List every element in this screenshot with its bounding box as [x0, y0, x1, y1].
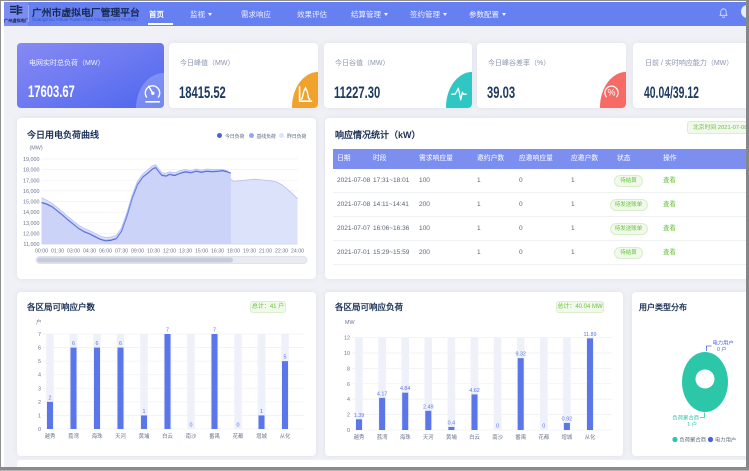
svg-text:4: 4 — [347, 397, 350, 403]
svg-text:18,000: 18,000 — [23, 168, 40, 174]
svg-text:从化: 从化 — [585, 433, 596, 441]
svg-text:2: 2 — [38, 400, 41, 406]
svg-text:7: 7 — [38, 332, 41, 338]
svg-text:11,000: 11,000 — [23, 242, 39, 248]
svg-text:1: 1 — [143, 409, 146, 415]
svg-text:3: 3 — [38, 386, 41, 392]
svg-text:4.17: 4.17 — [377, 391, 388, 397]
svg-text:15,000: 15,000 — [23, 200, 40, 206]
svg-text:南沙: 南沙 — [186, 432, 197, 440]
svg-text:电力用户: 电力用户 — [713, 339, 734, 347]
svg-text:19:30: 19:30 — [243, 249, 256, 255]
svg-text:9.32: 9.32 — [515, 352, 526, 358]
svg-text:番禺: 番禺 — [515, 434, 526, 441]
svg-text:海珠: 海珠 — [400, 433, 411, 441]
svg-text:7: 7 — [166, 328, 169, 334]
svg-text:06:00: 06:00 — [99, 249, 112, 255]
svg-text:0.92: 0.92 — [562, 416, 573, 422]
svg-text:07:30: 07:30 — [115, 249, 128, 255]
svg-text:电力用户: 电力用户 — [715, 436, 736, 444]
svg-text:0: 0 — [38, 427, 41, 433]
svg-text:15:00: 15:00 — [195, 249, 208, 255]
svg-text:16:30: 16:30 — [211, 249, 224, 255]
svg-text:(MW): (MW) — [30, 146, 43, 152]
svg-text:番禺: 番禺 — [209, 433, 220, 440]
svg-text:2.49: 2.49 — [423, 404, 434, 410]
svg-text:18:00: 18:00 — [227, 249, 240, 255]
svg-text:4.84: 4.84 — [400, 386, 411, 392]
svg-text:4.62: 4.62 — [469, 388, 480, 394]
svg-text:白云: 白云 — [162, 432, 173, 440]
svg-text:21:00: 21:00 — [259, 249, 272, 255]
svg-text:黄埔: 黄埔 — [139, 432, 150, 440]
svg-text:0: 0 — [237, 423, 240, 429]
svg-text:6: 6 — [119, 341, 122, 347]
svg-text:0: 0 — [496, 424, 499, 430]
svg-text:5: 5 — [38, 359, 41, 365]
svg-text:1: 1 — [38, 413, 41, 419]
svg-text:1: 1 — [260, 409, 263, 415]
svg-text:2: 2 — [347, 413, 350, 419]
svg-text:13,000: 13,000 — [23, 221, 40, 227]
svg-text:黄埔: 黄埔 — [446, 433, 457, 441]
svg-text:越秀: 越秀 — [354, 433, 365, 441]
svg-text:花都: 花都 — [233, 432, 244, 440]
svg-text:天河: 天河 — [423, 433, 434, 441]
svg-text:2: 2 — [49, 395, 52, 401]
svg-text:01:30: 01:30 — [51, 249, 64, 255]
svg-text:海珠: 海珠 — [92, 432, 103, 440]
svg-text:04:30: 04:30 — [83, 249, 96, 255]
svg-text:MW: MW — [345, 320, 355, 326]
svg-text:10: 10 — [344, 351, 350, 357]
svg-text:12,000: 12,000 — [23, 231, 40, 237]
svg-text:天河: 天河 — [115, 432, 126, 440]
svg-text:4: 4 — [38, 373, 41, 379]
svg-text:7: 7 — [213, 328, 216, 334]
svg-text:0: 0 — [347, 428, 350, 434]
svg-text:户: 户 — [36, 318, 41, 326]
svg-text:南沙: 南沙 — [492, 433, 503, 441]
svg-text:00:00: 00:00 — [35, 249, 48, 255]
svg-text:17,000: 17,000 — [23, 178, 40, 184]
svg-text:12: 12 — [344, 336, 350, 342]
svg-text:增城: 增城 — [562, 433, 573, 441]
svg-text:22:30: 22:30 — [275, 249, 288, 255]
svg-text:0 户: 0 户 — [717, 345, 727, 353]
svg-text:24:00: 24:00 — [291, 249, 304, 255]
svg-text:%: % — [607, 88, 615, 98]
svg-text:荔湾: 荔湾 — [68, 432, 79, 440]
svg-text:增城: 增城 — [256, 432, 267, 440]
svg-text:09:00: 09:00 — [131, 249, 144, 255]
svg-text:6: 6 — [38, 346, 41, 352]
svg-text:荔湾: 荔湾 — [377, 433, 388, 441]
svg-text:从化: 从化 — [280, 432, 291, 440]
svg-text:0.4: 0.4 — [448, 420, 456, 426]
svg-text:10:30: 10:30 — [147, 249, 160, 255]
svg-text:13:30: 13:30 — [179, 249, 192, 255]
svg-text:1.39: 1.39 — [354, 413, 365, 419]
svg-text:03:00: 03:00 — [67, 249, 80, 255]
svg-text:16,000: 16,000 — [23, 189, 40, 195]
svg-text:1 户: 1 户 — [687, 420, 697, 428]
svg-text:越秀: 越秀 — [45, 432, 56, 440]
svg-text:19,000: 19,000 — [23, 157, 40, 163]
svg-text:14,000: 14,000 — [23, 210, 40, 216]
svg-text:0: 0 — [190, 423, 193, 429]
svg-text:花都: 花都 — [538, 433, 549, 441]
svg-text:负荷聚合商: 负荷聚合商 — [680, 436, 707, 444]
svg-text:8: 8 — [347, 366, 350, 372]
svg-text:12:00: 12:00 — [163, 249, 176, 255]
svg-text:5: 5 — [284, 355, 287, 361]
svg-text:6: 6 — [72, 341, 75, 347]
svg-text:6: 6 — [96, 341, 99, 347]
svg-text:11.89: 11.89 — [583, 332, 596, 338]
svg-text:负荷聚合商: 负荷聚合商 — [673, 414, 700, 422]
svg-text:白云: 白云 — [469, 433, 480, 441]
svg-text:0: 0 — [542, 424, 545, 430]
svg-text:6: 6 — [347, 382, 350, 388]
